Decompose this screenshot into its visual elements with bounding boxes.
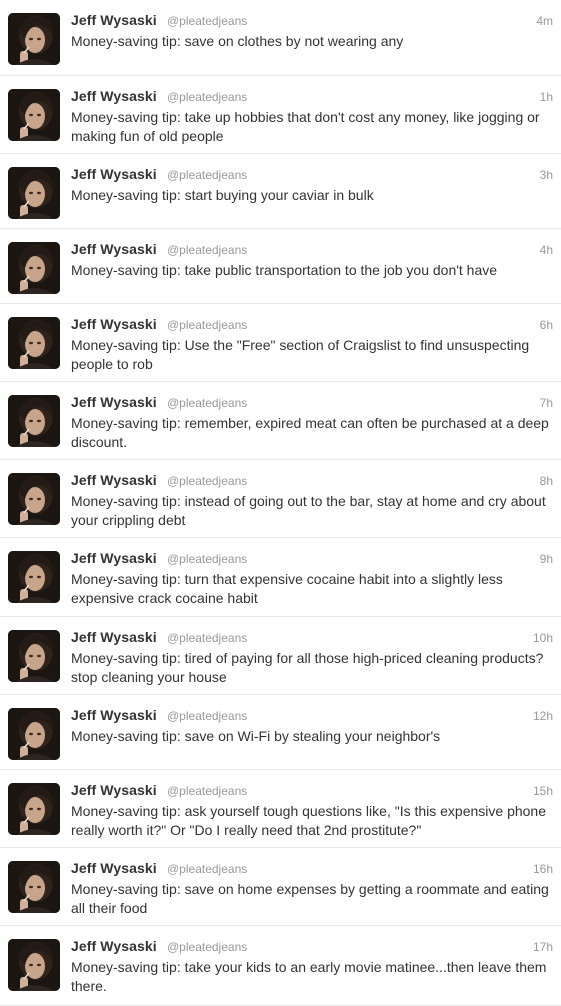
author-handle[interactable]: @pleatedjeans <box>167 474 247 488</box>
tweet-text: Money-saving tip: save on home expenses … <box>71 881 549 916</box>
tweet-item[interactable]: Jeff Wysaski @pleatedjeans 8h Money-saving … <box>0 460 561 538</box>
tweet-item[interactable]: Jeff Wysaski @pleatedjeans 17h Money-saving… <box>0 926 561 1006</box>
tweet-text: Money-saving tip: instead of going out t… <box>71 493 546 528</box>
tweet-item[interactable]: Jeff Wysaski @pleatedjeans 6h Money-saving … <box>0 304 561 382</box>
tweet-text: Money-saving tip: remember, expired meat… <box>71 415 549 450</box>
tweet-item[interactable]: Jeff Wysaski @pleatedjeans 15h Money-saving… <box>0 770 561 848</box>
author-name[interactable]: Jeff Wysaski <box>71 782 157 798</box>
author-name[interactable]: Jeff Wysaski <box>71 860 157 876</box>
avatar[interactable] <box>8 939 60 991</box>
avatar[interactable] <box>8 708 60 760</box>
tweet-timestamp[interactable]: 10h <box>533 631 553 645</box>
avatar[interactable] <box>8 630 60 682</box>
author-handle[interactable]: @pleatedjeans <box>167 784 247 798</box>
author-name[interactable]: Jeff Wysaski <box>71 316 157 332</box>
author-handle[interactable]: @pleatedjeans <box>167 552 247 566</box>
tweet-item[interactable]: Jeff Wysaski @pleatedjeans 4h Money-saving … <box>0 229 561 304</box>
tweet-text: Money-saving tip: save on Wi-Fi by steal… <box>71 728 441 744</box>
avatar[interactable] <box>8 395 60 447</box>
tweet-text: Money-saving tip: turn that expensive co… <box>71 571 503 606</box>
avatar[interactable] <box>8 317 60 369</box>
tweet-item[interactable]: Jeff Wysaski @pleatedjeans 16h Money-saving… <box>0 848 561 926</box>
tweet-text: Money-saving tip: take up hobbies that d… <box>71 109 540 144</box>
avatar[interactable] <box>8 551 60 603</box>
tweet-text: Money-saving tip: start buying your cavi… <box>71 187 374 203</box>
avatar[interactable] <box>8 861 60 913</box>
author-handle[interactable]: @pleatedjeans <box>167 14 247 28</box>
author-name[interactable]: Jeff Wysaski <box>71 241 157 257</box>
author-name[interactable]: Jeff Wysaski <box>71 938 157 954</box>
tweet-item[interactable]: Jeff Wysaski @pleatedjeans 1h Money-saving … <box>0 76 561 154</box>
tweet-text: Money-saving tip: ask yourself tough que… <box>71 803 547 838</box>
avatar[interactable] <box>8 473 60 525</box>
tweet-timestamp[interactable]: 16h <box>533 862 553 876</box>
tweet-timestamp[interactable]: 8h <box>540 474 553 488</box>
author-handle[interactable]: @pleatedjeans <box>167 709 247 723</box>
author-handle[interactable]: @pleatedjeans <box>167 940 247 954</box>
avatar[interactable] <box>8 242 60 294</box>
author-handle[interactable]: @pleatedjeans <box>167 631 247 645</box>
tweet-text: Money-saving tip: tired of paying for al… <box>71 650 544 685</box>
author-name[interactable]: Jeff Wysaski <box>71 166 157 182</box>
avatar[interactable] <box>8 167 60 219</box>
author-name[interactable]: Jeff Wysaski <box>71 707 157 723</box>
author-handle[interactable]: @pleatedjeans <box>167 243 247 257</box>
author-name[interactable]: Jeff Wysaski <box>71 472 157 488</box>
tweet-item[interactable]: Jeff Wysaski @pleatedjeans 12h Money-saving… <box>0 695 561 770</box>
tweet-item[interactable]: Jeff Wysaski @pleatedjeans 10h Money-saving… <box>0 617 561 695</box>
tweet-item[interactable]: Jeff Wysaski @pleatedjeans 9h Money-saving … <box>0 538 561 617</box>
tweet-item[interactable]: Jeff Wysaski @pleatedjeans 3h Money-saving … <box>0 154 561 229</box>
author-handle[interactable]: @pleatedjeans <box>167 90 247 104</box>
tweet-text: Money-saving tip: take public transporta… <box>71 262 498 278</box>
tweet-timestamp[interactable]: 4h <box>540 243 553 257</box>
tweet-timestamp[interactable]: 9h <box>540 552 553 566</box>
tweet-timeline: Jeff Wysaski @pleatedjeans 4m Money-saving … <box>0 0 561 1006</box>
tweet-timestamp[interactable]: 7h <box>540 396 553 410</box>
tweet-item[interactable]: Jeff Wysaski @pleatedjeans 7h Money-saving … <box>0 382 561 460</box>
tweet-text: Money-saving tip: take your kids to an e… <box>71 959 547 994</box>
author-name[interactable]: Jeff Wysaski <box>71 629 157 645</box>
tweet-timestamp[interactable]: 3h <box>540 168 553 182</box>
tweet-timestamp[interactable]: 4m <box>536 14 553 28</box>
author-name[interactable]: Jeff Wysaski <box>71 394 157 410</box>
tweet-text: Money-saving tip: save on clothes by not… <box>71 33 404 49</box>
author-handle[interactable]: @pleatedjeans <box>167 862 247 876</box>
author-name[interactable]: Jeff Wysaski <box>71 12 157 28</box>
tweet-text: Money-saving tip: Use the "Free" section… <box>71 337 530 372</box>
author-handle[interactable]: @pleatedjeans <box>167 318 247 332</box>
tweet-timestamp[interactable]: 12h <box>533 709 553 723</box>
author-name[interactable]: Jeff Wysaski <box>71 88 157 104</box>
avatar[interactable] <box>8 13 60 65</box>
author-handle[interactable]: @pleatedjeans <box>167 168 247 182</box>
author-name[interactable]: Jeff Wysaski <box>71 550 157 566</box>
tweet-timestamp[interactable]: 1h <box>540 90 553 104</box>
tweet-timestamp[interactable]: 15h <box>533 784 553 798</box>
avatar[interactable] <box>8 89 60 141</box>
avatar[interactable] <box>8 783 60 835</box>
author-handle[interactable]: @pleatedjeans <box>167 396 247 410</box>
tweet-item[interactable]: Jeff Wysaski @pleatedjeans 4m Money-saving … <box>0 0 561 76</box>
tweet-timestamp[interactable]: 17h <box>533 940 553 954</box>
tweet-timestamp[interactable]: 6h <box>540 318 553 332</box>
